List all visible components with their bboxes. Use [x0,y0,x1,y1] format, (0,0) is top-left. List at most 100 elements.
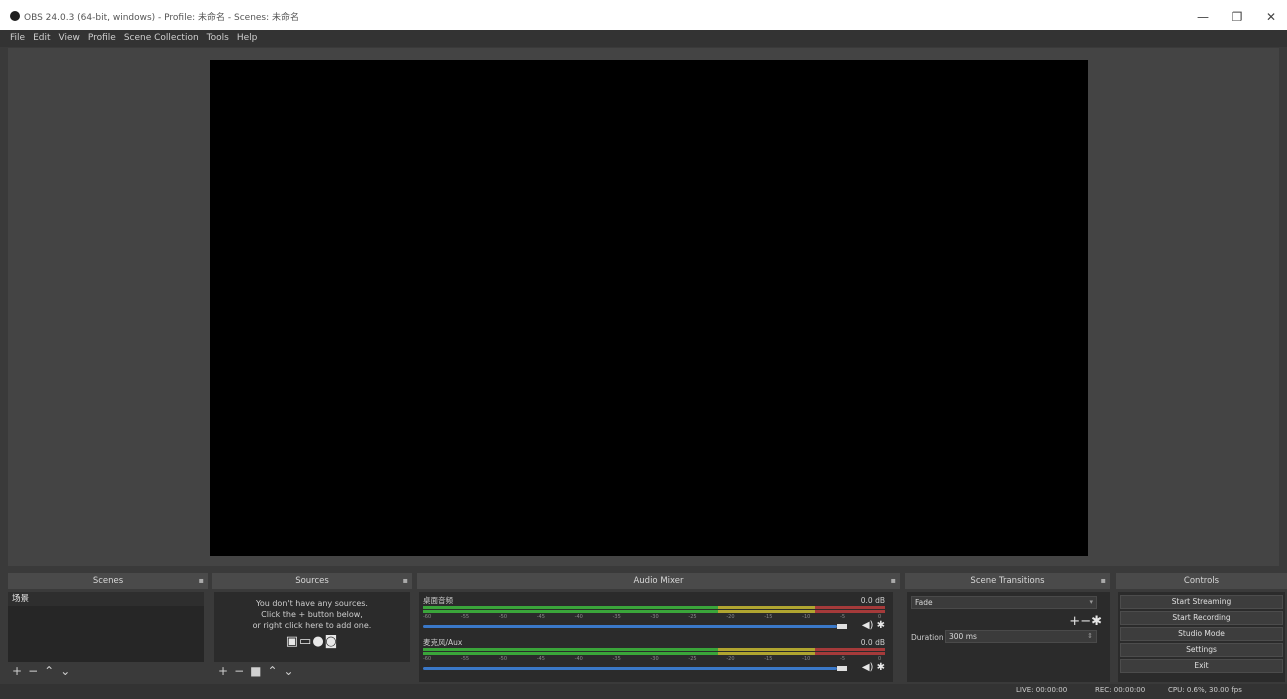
add-transition-icon[interactable]: + [1069,614,1080,629]
menu-view[interactable]: View [55,30,84,47]
minimize-button[interactable]: — [1188,8,1218,26]
source-properties-icon[interactable]: ■ [250,665,261,677]
gear-icon[interactable]: ✱ [877,620,885,631]
move-up-icon[interactable]: ⌃ [267,665,277,677]
scenes-toolbar: + − ⌃ ⌄ [12,665,76,679]
meter-tick-label: -25 [688,614,697,620]
move-up-icon[interactable]: ⌃ [44,665,54,677]
dock-float-icon[interactable]: ▪ [1101,573,1106,589]
level-meter [423,652,885,655]
scene-item[interactable]: 场景 [8,592,204,606]
add-source-icon[interactable]: + [218,665,228,677]
globe-icon: ● [312,634,325,649]
menu-file[interactable]: File [0,30,29,47]
menu-bar: File Edit View Profile Scene Collection Tools… [0,30,1287,47]
add-scene-icon[interactable]: + [12,665,22,677]
start-streaming-button[interactable]: Start Streaming [1120,595,1283,609]
meter-tick-label: -35 [612,614,621,620]
controls-title: Controls [1183,576,1220,586]
mixer-dock-header: Audio Mixer ▪ [417,573,900,589]
live-status: LIVE: 00:00:00 [1016,686,1068,694]
cpu-status: CPU: 0.6%, 30.00 fps [1168,686,1242,694]
scenes-dock-header: Scenes ▪ [8,573,208,589]
meter-tick-label: -55 [460,656,470,662]
remove-scene-icon[interactable]: − [28,665,38,677]
controls-dock-header: Controls [1116,573,1287,589]
transition-select[interactable]: Fade ▾ [911,596,1097,609]
close-button[interactable]: ✕ [1256,8,1286,26]
meter-tick-label: -45 [536,656,545,662]
duration-value: 300 ms [949,632,977,641]
transitions-dock-header: Scene Transitions ▪ [905,573,1110,589]
duration-spinbox[interactable]: 300 ms ⇕ [945,630,1097,643]
settings-button[interactable]: Settings [1120,643,1283,657]
rec-status: REC: 00:00:00 [1095,686,1146,694]
meter-tick-label: -50 [498,614,507,620]
volume-slider[interactable] [423,625,837,628]
preview-canvas[interactable] [210,60,1088,556]
mixer-title: Audio Mixer [633,576,684,586]
meter-tick-label: -30 [650,614,659,620]
speaker-icon[interactable]: ◀) [862,620,874,631]
spin-arrows-icon[interactable]: ⇕ [1087,631,1093,642]
window-title: OBS 24.0.3 (64-bit, windows) - Profile: … [24,13,300,23]
level-meter [423,610,885,613]
menu-edit[interactable]: Edit [29,30,54,47]
speaker-icon[interactable]: ◀) [862,662,874,673]
meter-tick-label: -50 [498,656,507,662]
meter-tick-label: -35 [612,656,621,662]
image-icon: ▣ [285,634,300,649]
sources-empty-line-2: Click the + button below, [261,610,363,619]
mixer-track: 桌面音频 0.0 dB -60 -55 -50 -45 -40 -35 -30 -25 -20 -… [419,594,893,636]
move-down-icon[interactable]: ⌄ [60,665,70,677]
transition-selected: Fade [915,598,933,607]
menu-help[interactable]: Help [233,30,262,47]
volume-slider[interactable] [423,667,837,670]
obs-logo-icon [10,11,20,21]
sources-toolbar: + − ■ ⌃ ⌄ [218,665,300,679]
scenes-title: Scenes [92,576,124,586]
meter-ticks: -60 -55 -50 -45 -40 -35 -30 -25 -20 -15 -10 -5 0 [423,614,885,620]
track-name: 麦克风/Aux [423,638,463,647]
volume-slider-handle[interactable] [837,624,847,629]
level-meter [423,648,885,651]
status-bar: LIVE: 00:00:00 REC: 00:00:00 CPU: 0.6%, … [0,684,1287,699]
dock-float-icon[interactable]: ▪ [403,573,408,589]
menu-profile[interactable]: Profile [84,30,120,47]
maximize-button[interactable]: ❐ [1222,8,1252,26]
sources-dock-header: Sources ▪ [212,573,412,589]
sources-list[interactable]: You don't have any sources. Click the + … [214,592,410,662]
sources-empty-line-3: or right click here to add one. [252,621,372,630]
title-bar: OBS 24.0.3 (64-bit, windows) - Profile: … [0,0,1287,30]
exit-button[interactable]: Exit [1120,659,1283,673]
camera-icon: ◙ [324,634,339,649]
remove-transition-icon[interactable]: − [1080,614,1091,629]
gear-icon[interactable]: ✱ [877,662,885,673]
dock-float-icon[interactable]: ▪ [199,573,204,589]
meter-tick-label: -25 [688,656,697,662]
move-down-icon[interactable]: ⌄ [284,665,294,677]
meter-tick-label: -30 [650,656,659,662]
sources-title: Sources [295,576,329,586]
dock-float-icon[interactable]: ▪ [891,573,896,589]
level-meter [423,606,885,609]
meter-tick-label: -40 [574,656,583,662]
menu-scene-collection[interactable]: Scene Collection [120,30,203,47]
menu-tools[interactable]: Tools [203,30,233,47]
meter-tick-label: -15 [764,656,773,662]
volume-slider-handle[interactable] [837,666,847,671]
meter-tick-label: -5 [840,614,846,620]
start-recording-button[interactable]: Start Recording [1120,611,1283,625]
meter-tick-label: -10 [802,656,811,662]
audio-mixer: 桌面音频 0.0 dB -60 -55 -50 -45 -40 -35 -30 -25 -20 -… [419,592,893,682]
meter-tick-label: -45 [536,614,545,620]
studio-mode-button[interactable]: Studio Mode [1120,627,1283,641]
transition-properties-gear-icon[interactable]: ✱ [1091,614,1102,629]
meter-tick-label: -10 [802,614,811,620]
track-db: 0.0 dB [860,596,885,605]
meter-tick-label: -40 [574,614,583,620]
remove-source-icon[interactable]: − [234,665,244,677]
sources-empty-line-1: You don't have any sources. [256,599,368,608]
track-db: 0.0 dB [860,638,885,647]
scenes-list[interactable]: 场景 [8,592,204,662]
